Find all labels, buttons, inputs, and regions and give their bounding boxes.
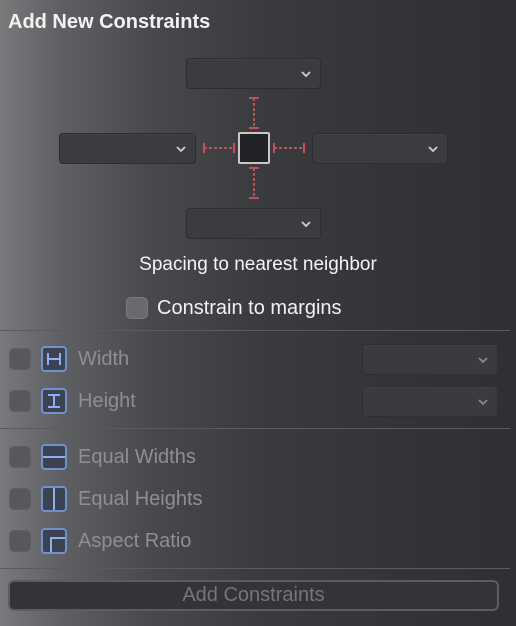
bottom-spacing-dropdown[interactable] — [186, 208, 321, 239]
constrain-to-margins-label: Constrain to margins — [157, 297, 342, 319]
equal-heights-icon — [41, 486, 67, 512]
right-spacing-dropdown[interactable] — [312, 133, 448, 164]
left-strut-icon[interactable] — [202, 140, 236, 156]
height-dropdown[interactable] — [362, 386, 498, 417]
height-icon — [41, 388, 67, 414]
height-label: Height — [78, 390, 136, 412]
chevron-down-icon — [428, 146, 438, 153]
aspect-ratio-label: Aspect Ratio — [78, 530, 192, 552]
divider — [0, 330, 510, 331]
top-strut-icon[interactable] — [246, 96, 262, 130]
chevron-down-icon — [301, 221, 311, 228]
equal-heights-label: Equal Heights — [78, 488, 203, 510]
top-spacing-dropdown[interactable] — [186, 58, 321, 89]
constrain-to-margins-checkbox[interactable] — [126, 297, 148, 319]
chevron-down-icon — [301, 71, 311, 78]
width-icon — [41, 346, 67, 372]
panel-title: Add New Constraints — [8, 11, 211, 33]
equal-widths-icon — [41, 444, 67, 470]
chevron-down-icon — [176, 146, 186, 153]
aspect-ratio-checkbox[interactable] — [9, 530, 31, 552]
height-checkbox[interactable] — [9, 390, 31, 412]
divider — [0, 428, 510, 429]
add-constraints-button[interactable]: Add Constraints — [8, 580, 499, 611]
width-dropdown[interactable] — [362, 344, 498, 375]
selected-view-box — [238, 132, 270, 164]
width-checkbox[interactable] — [9, 348, 31, 370]
divider — [0, 568, 510, 569]
width-label: Width — [78, 348, 130, 370]
aspect-ratio-icon — [41, 528, 67, 554]
bottom-strut-icon[interactable] — [246, 166, 262, 200]
chevron-down-icon — [478, 399, 488, 406]
equal-widths-checkbox[interactable] — [9, 446, 31, 468]
spacing-caption: Spacing to nearest neighbor — [139, 254, 377, 275]
right-strut-icon[interactable] — [272, 140, 306, 156]
left-spacing-dropdown[interactable] — [59, 133, 196, 164]
equal-heights-checkbox[interactable] — [9, 488, 31, 510]
equal-widths-label: Equal Widths — [78, 446, 196, 468]
chevron-down-icon — [478, 357, 488, 364]
